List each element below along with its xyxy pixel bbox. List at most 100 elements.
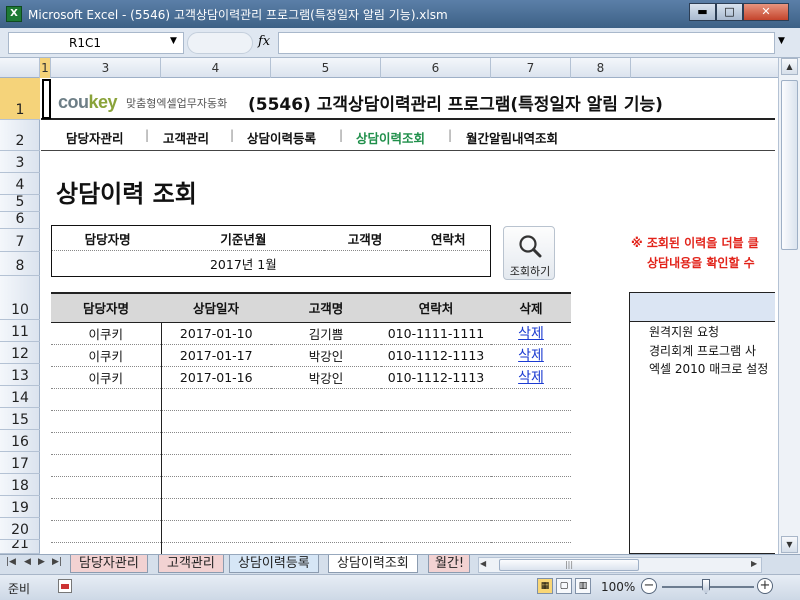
empty-cell[interactable] <box>491 542 571 554</box>
cell-date[interactable]: 2017-01-17 <box>161 344 271 367</box>
tab-staff-management[interactable]: 담당자관리 <box>70 555 148 573</box>
row-header[interactable]: 19 <box>0 496 40 518</box>
tab-consult-history[interactable]: 상담이력조회 <box>328 555 418 573</box>
row-header[interactable]: 18 <box>0 474 40 496</box>
column-header[interactable]: 4 <box>161 58 271 78</box>
minimize-button[interactable]: ▬ <box>689 3 716 21</box>
empty-cell[interactable] <box>381 520 491 543</box>
empty-cell[interactable] <box>161 498 271 521</box>
column-header[interactable]: 6 <box>381 58 491 78</box>
empty-cell[interactable] <box>491 520 571 543</box>
row-header[interactable]: 5 <box>0 194 40 212</box>
table-row-empty[interactable] <box>51 410 571 433</box>
empty-cell[interactable] <box>491 410 571 433</box>
empty-cell[interactable] <box>271 542 381 554</box>
nav-customer-management[interactable]: 고객관리 <box>163 128 209 147</box>
excel-app-icon[interactable]: X <box>6 6 22 22</box>
row-header[interactable]: 10 <box>0 276 40 320</box>
tab-monthly-truncated[interactable]: 월간! <box>428 555 470 573</box>
table-row[interactable]: 이쿠키 2017-01-17 박강인 010-1112-1113 삭제 <box>51 344 571 367</box>
empty-cell[interactable] <box>381 498 491 521</box>
cell-customer[interactable]: 박강인 <box>271 344 381 367</box>
nav-monthly-alerts[interactable]: 월간알림내역조회 <box>466 128 558 147</box>
row-header[interactable]: 16 <box>0 430 40 452</box>
delete-link[interactable]: 삭제 <box>518 326 544 342</box>
filter-phone-input[interactable] <box>406 251 490 277</box>
table-row-empty[interactable] <box>51 498 571 521</box>
empty-cell[interactable] <box>271 388 381 411</box>
nav-staff-management[interactable]: 담당자관리 <box>66 128 124 147</box>
normal-view-icon[interactable]: ▦ <box>537 578 553 594</box>
cell-date[interactable]: 2017-01-10 <box>161 322 271 345</box>
table-row-empty[interactable] <box>51 388 571 411</box>
chevron-down-icon[interactable]: ▼ <box>170 36 177 46</box>
cell-date[interactable]: 2017-01-16 <box>161 366 271 389</box>
maximize-button[interactable]: □ <box>716 3 743 21</box>
tab-customer-management[interactable]: 고객관리 <box>158 555 224 573</box>
filter-month-input[interactable]: 2017년 1월 <box>163 251 323 277</box>
zoom-level[interactable]: 100% <box>601 580 635 594</box>
empty-cell[interactable] <box>271 520 381 543</box>
empty-cell[interactable] <box>161 432 271 455</box>
row-header[interactable]: 3 <box>0 151 40 173</box>
empty-cell[interactable] <box>51 542 162 554</box>
empty-cell[interactable] <box>51 498 162 521</box>
first-sheet-icon[interactable]: |◀ <box>6 557 16 567</box>
consultation-detail-panel[interactable]: 원격지원 요청 경리회계 프로그램 사 엑셀 2010 매크로 설정 <box>629 292 775 554</box>
empty-cell[interactable] <box>51 432 162 455</box>
cell-phone[interactable]: 010-1112-1113 <box>381 366 491 389</box>
empty-cell[interactable] <box>161 388 271 411</box>
empty-cell[interactable] <box>381 410 491 433</box>
row-header[interactable]: 4 <box>0 173 40 195</box>
zoom-out-icon[interactable]: − <box>641 578 657 594</box>
cell-staff[interactable]: 이쿠키 <box>51 366 162 389</box>
name-box[interactable]: R1C1 <box>8 32 184 54</box>
column-header[interactable]: 8 <box>571 58 631 78</box>
next-sheet-icon[interactable]: ▶ <box>38 557 45 567</box>
empty-cell[interactable] <box>51 454 162 477</box>
vertical-scrollbar[interactable]: ▲ ▼ <box>778 58 800 554</box>
table-row-empty[interactable] <box>51 520 571 543</box>
empty-cell[interactable] <box>161 520 271 543</box>
row-header[interactable]: 21 <box>0 540 40 554</box>
formula-input[interactable] <box>278 32 775 54</box>
scroll-thumb[interactable]: ||| <box>499 559 639 571</box>
select-all-corner[interactable] <box>0 58 40 78</box>
horizontal-scrollbar[interactable]: ◀ ||| ▶ <box>478 557 762 573</box>
table-row-empty[interactable] <box>51 542 571 554</box>
empty-cell[interactable] <box>161 476 271 499</box>
empty-cell[interactable] <box>381 454 491 477</box>
row-header[interactable]: 14 <box>0 386 40 408</box>
zoom-in-icon[interactable]: + <box>757 578 773 594</box>
empty-cell[interactable] <box>381 432 491 455</box>
cell-staff[interactable]: 이쿠키 <box>51 344 162 367</box>
empty-cell[interactable] <box>381 388 491 411</box>
column-header[interactable]: 7 <box>491 58 571 78</box>
empty-cell[interactable] <box>271 432 381 455</box>
empty-cell[interactable] <box>491 476 571 499</box>
scroll-thumb[interactable] <box>781 80 798 250</box>
delete-link[interactable]: 삭제 <box>518 370 544 386</box>
empty-cell[interactable] <box>271 498 381 521</box>
row-header[interactable]: 8 <box>0 252 40 276</box>
column-header[interactable]: 3 <box>51 58 161 78</box>
search-button[interactable]: 조회하기 <box>503 226 555 280</box>
empty-cell[interactable] <box>491 432 571 455</box>
empty-cell[interactable] <box>51 520 162 543</box>
empty-cell[interactable] <box>491 388 571 411</box>
scroll-up-icon[interactable]: ▲ <box>781 58 798 75</box>
table-row-empty[interactable] <box>51 476 571 499</box>
scroll-down-icon[interactable]: ▼ <box>781 536 798 553</box>
delete-link[interactable]: 삭제 <box>518 348 544 364</box>
empty-cell[interactable] <box>271 476 381 499</box>
zoom-slider-thumb[interactable] <box>702 579 710 594</box>
empty-cell[interactable] <box>381 476 491 499</box>
worksheet[interactable]: coukey 맞춤형엑셀업무자동화 (5546) 고객상담이력관리 프로그램(특… <box>41 78 775 554</box>
insert-function-icon[interactable]: fx <box>258 34 270 49</box>
cell-phone[interactable]: 010-1112-1113 <box>381 344 491 367</box>
scroll-left-icon[interactable]: ◀ <box>480 559 486 568</box>
row-header[interactable]: 17 <box>0 452 40 474</box>
row-header[interactable]: 7 <box>0 229 40 252</box>
row-header[interactable]: 13 <box>0 364 40 386</box>
close-button[interactable]: ✕ <box>743 3 789 21</box>
